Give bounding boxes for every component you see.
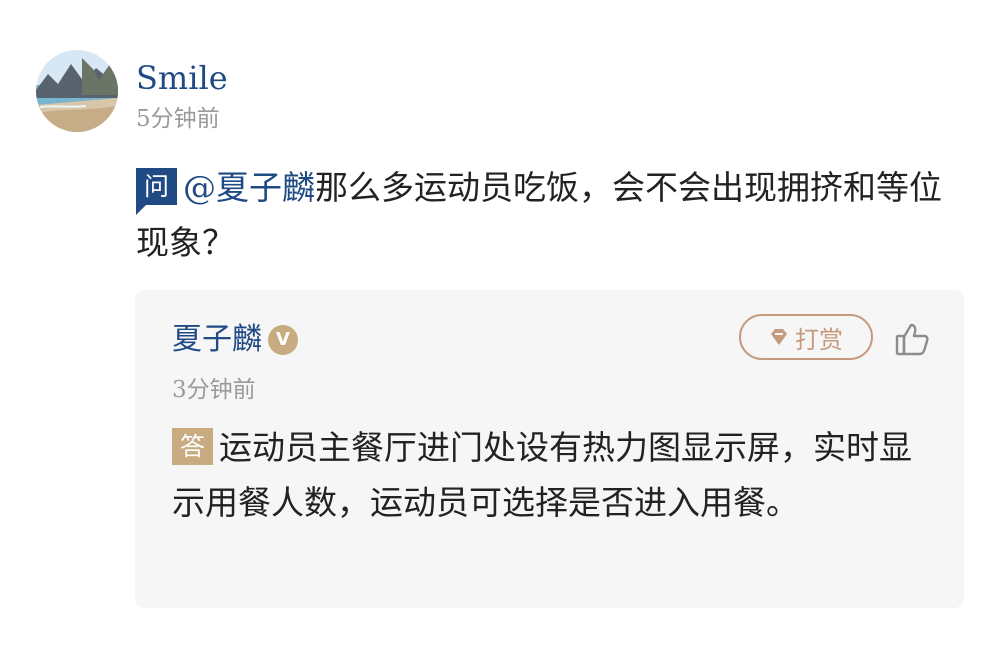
thumbs-up-icon[interactable] (893, 320, 931, 358)
answer-card: 夏子麟 V 打赏 3分钟前 答运动员主餐厅进门处设有热力图显示屏，实时显示用餐人… (135, 290, 964, 608)
question-content: 问 @夏子麟那么多运动员吃饭，会不会出现拥挤和等位现象？ (136, 160, 966, 270)
answerer-name[interactable]: 夏子麟 (172, 320, 262, 360)
avatar-image (36, 50, 118, 132)
answer-content: 答运动员主餐厅进门处设有热力图显示屏，实时显示用餐人数，运动员可选择是否进入用餐… (172, 420, 932, 530)
avatar[interactable] (36, 50, 118, 132)
tip-button[interactable]: 打赏 (739, 314, 873, 360)
answerer: 夏子麟 V (172, 320, 298, 360)
mention-link[interactable]: @夏子麟 (183, 168, 315, 207)
question-user-name[interactable]: Smile (136, 58, 228, 98)
verified-badge-icon: V (268, 325, 298, 355)
answer-badge: 答 (172, 428, 214, 465)
answer-time: 3分钟前 (172, 377, 256, 403)
question-badge: 问 (136, 168, 178, 215)
diamond-tip-icon (771, 329, 787, 345)
question-time: 5分钟前 (136, 106, 220, 132)
answer-text: 运动员主餐厅进门处设有热力图显示屏，实时显示用餐人数，运动员可选择是否进入用餐。 (172, 428, 913, 522)
tip-label: 打赏 (795, 325, 843, 354)
